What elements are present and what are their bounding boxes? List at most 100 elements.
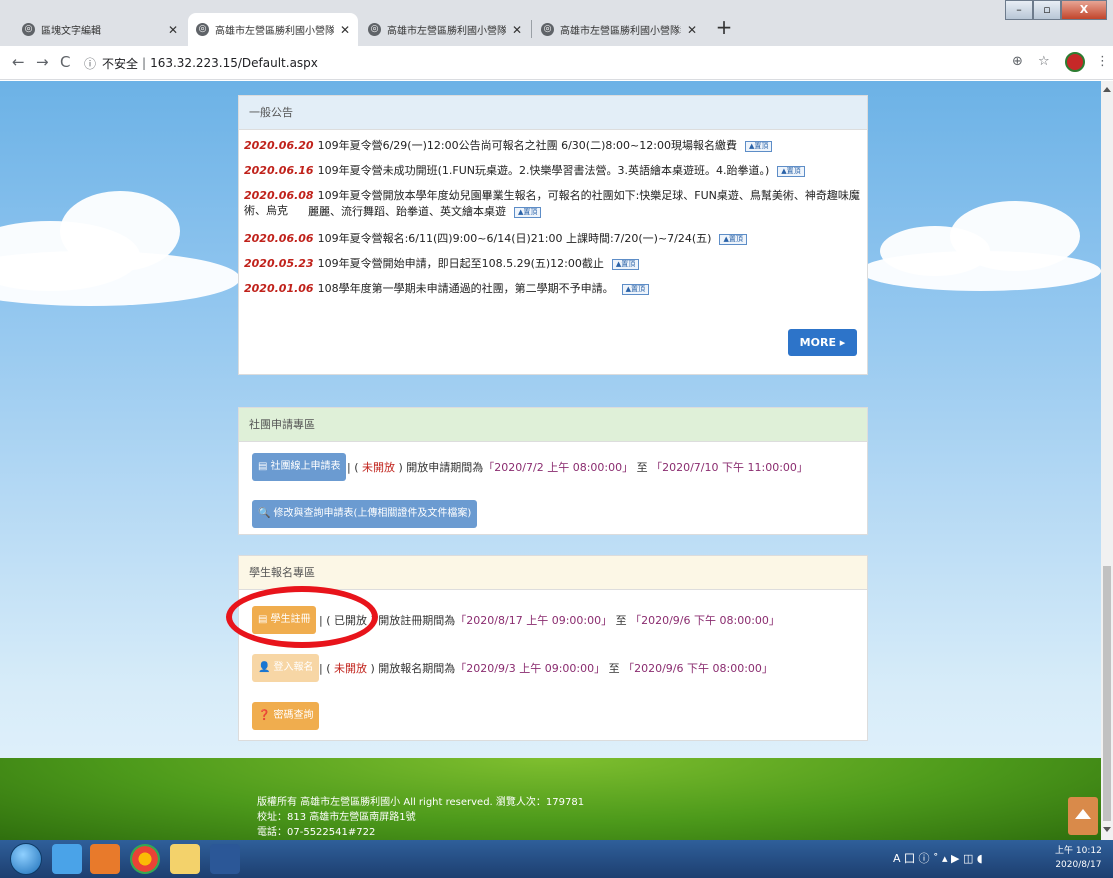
announcement-text: 109年夏令營6/29(一)12:00公告尚可報名之社團 6/30(二)8:00… [317,139,737,152]
taskbar-clock[interactable]: 上午 10:12 2020/8/17 [1055,844,1102,872]
browser-tab-strip: ◎ 區塊文字編輯 ✕ ◎ 高雄市左營區勝利國小營隊報名 ✕ ◎ 高雄市左營區勝利… [0,0,1113,46]
scroll-down-arrow-icon[interactable] [1103,827,1111,832]
form-icon: ▤ [258,461,268,472]
announcement-text: 109年夏令營未成功開班(1.FUN玩桌遊。2.快樂學習書法營。3.英語繪本桌遊… [317,164,770,177]
scroll-up-arrow-icon[interactable] [1103,87,1111,92]
announcement-text: 109年夏令營開始申請，即日起至108.5.29(五)12:00截止 [317,257,604,270]
period-start: 「2020/8/17 上午 09:00:00」 [455,614,613,627]
maximize-button[interactable]: ▫ [1033,0,1061,20]
pin-tag: ▲置頂 [514,206,542,218]
tab-close-icon[interactable]: ✕ [168,23,178,37]
minimize-button[interactable]: – [1005,0,1033,20]
tab-label: 區塊文字編輯 [41,26,101,37]
close-window-button[interactable]: X [1061,0,1107,20]
club-apply-panel: 社團申請專區 ▤ 社團線上申請表 | ( 未開放 ) 開放申請期間為「2020/7… [238,407,868,535]
status-closed: 未開放 [362,461,395,474]
more-button[interactable]: MORE ▸ [788,329,857,356]
forward-arrow-icon[interactable]: → [36,53,49,71]
announcement-date: 2020.06.16 [244,164,314,177]
address-bar[interactable]: ⓘ 不安全 | 163.32.223.15/Default.aspx [84,52,984,74]
menu-dots-icon[interactable]: ⋮ [1096,54,1109,69]
word-icon[interactable] [210,844,240,874]
reload-icon[interactable]: C [60,53,70,71]
button-label: 密碼查詢 [273,710,314,721]
pin-tag: ▲置頂 [719,233,747,245]
clock-time: 上午 10:12 [1055,846,1102,856]
scroll-thumb[interactable] [1103,566,1111,821]
tab-signup-3[interactable]: ◎ 高雄市左營區勝利國小營隊報名 ✕ [533,13,705,46]
info-icon[interactable]: ⓘ [84,55,96,72]
club-apply-heading: 社團申請專區 [239,408,867,442]
login-signup-button[interactable]: 👤 登入報名 [252,654,320,682]
site-footer: 版權所有 高雄市左營區勝利國小 All right reserved. 瀏覽人次… [257,795,584,840]
tab-close-icon[interactable]: ✕ [687,23,697,37]
system-tray[interactable]: A 囗 ⓘ ˚ ▴ ▶ ◫ ◖ [893,850,983,866]
period-end: 「2020/7/10 下午 11:00:00」 [651,461,808,474]
announcement-item-continued[interactable]: 麗麗、流行舞蹈、跆拳道、英文繪本桌遊 ▲置頂 [308,204,542,219]
status-closed: 未開放 [334,662,367,675]
period-to: 至 [608,662,620,675]
new-tab-button[interactable]: + [711,15,737,41]
period-prefix: 開放報名期間為 [378,662,456,675]
favicon-globe-icon: ◎ [541,23,554,36]
back-to-top-button[interactable] [1068,797,1098,835]
announcement-text: 麗麗、流行舞蹈、跆拳道、英文繪本桌遊 [308,205,506,218]
club-apply-button[interactable]: ▤ 社團線上申請表 [252,453,347,481]
button-label: 登入報名 [273,662,314,673]
window-controls: – ▫ X [1005,0,1107,20]
period-end: 「2020/9/6 下午 08:00:00」 [630,614,780,627]
favicon-globe-icon: ◎ [196,23,209,36]
favicon-globe-icon: ◎ [22,23,35,36]
browser-toolbar: ← → C ⓘ 不安全 | 163.32.223.15/Default.aspx… [0,46,1113,80]
period-prefix: 開放申請期間為 [406,461,484,474]
announcement-date: 2020.06.20 [244,139,314,152]
announcement-item[interactable]: 2020.06.16 109年夏令營未成功開班(1.FUN玩桌遊。2.快樂學習書法… [244,163,805,178]
bookmark-star-icon[interactable]: ☆ [1038,54,1050,69]
password-query-button[interactable]: ❓ 密碼查詢 [252,702,320,730]
announcement-text: 109年夏令營報名:6/11(四)9:00~6/14(日)21:00 上課時間:… [317,232,712,245]
announcement-date: 2020.05.23 [244,257,314,270]
tab-editor[interactable]: ◎ 區塊文字編輯 ✕ [14,13,186,46]
login-period: | ( 未開放 ) 開放報名期間為「2020/9/3 上午 09:00:00」 … [319,662,773,675]
pin-tag: ▲置頂 [744,140,773,152]
announcement-item[interactable]: 2020.06.20 109年夏令營6/29(一)12:00公告尚可報名之社團 6… [244,138,773,153]
announcement-heading: 一般公告 [239,96,867,130]
zoom-icon[interactable]: ⊕ [1012,54,1023,69]
tab-close-icon[interactable]: ✕ [512,23,522,37]
button-label: 修改與查詢申請表(上傳相關證件及文件檔案) [273,508,472,519]
page-scrollbar[interactable] [1101,81,1113,840]
pin-tag: ▲置頂 [621,283,649,295]
address-separator: | [142,56,147,70]
pin-tag: ▲置頂 [777,165,805,177]
announcement-date: 2020.01.06 [244,282,314,295]
query-application-button[interactable]: 🔍 修改與查詢申請表(上傳相關證件及文件檔案) [252,500,478,528]
start-button[interactable] [10,843,42,875]
back-arrow-icon[interactable]: ← [12,53,25,71]
tab-label: 高雄市左營區勝利國小營隊報名 [560,26,681,37]
tab-signup-2[interactable]: ◎ 高雄市左營區勝利國小營隊報名 ✕ [360,13,530,46]
announcement-date: 2020.06.08 [244,189,314,202]
tab-close-icon[interactable]: ✕ [340,23,350,37]
extension-icon[interactable] [1065,52,1085,72]
tab-divider [531,20,532,38]
pin-tag: ▲置頂 [611,258,640,270]
user-icon: 👤 [258,662,271,673]
media-player-icon[interactable] [90,844,120,874]
folder-icon[interactable] [170,844,200,874]
cloud-decoration [860,251,1101,291]
announcement-item[interactable]: 2020.06.06 109年夏令營報名:6/11(四)9:00~6/14(日)2… [244,231,747,246]
announcement-item[interactable]: 2020.01.06 108學年度第一學期未申請通過的社團，第二學期不予申請。 ▲置… [244,281,649,296]
chrome-icon[interactable] [130,844,160,874]
tab-label: 高雄市左營區勝利國小營隊報名 [215,26,334,37]
tab-label: 高雄市左營區勝利國小營隊報名 [387,26,506,37]
page-viewport: 一般公告 2020.06.20 109年夏令營6/29(一)12:00公告尚可報名… [0,81,1101,840]
clock-date: 2020/8/17 [1055,860,1102,870]
announcement-item[interactable]: 2020.05.23 109年夏令營開始申請，即日起至108.5.29(五)12:… [244,256,640,271]
tab-signup-active[interactable]: ◎ 高雄市左營區勝利國小營隊報名 ✕ [188,13,358,46]
search-icon: 🔍 [258,508,271,519]
period-to: 至 [615,614,627,627]
ie-icon[interactable] [52,844,82,874]
favicon-globe-icon: ◎ [368,23,381,36]
register-period: | ( 已開放 ) 開放註冊期間為「2020/8/17 上午 09:00:00」… [319,614,780,627]
footer-address: 校址：813 高雄市左營區南屏路1號 [257,812,416,823]
